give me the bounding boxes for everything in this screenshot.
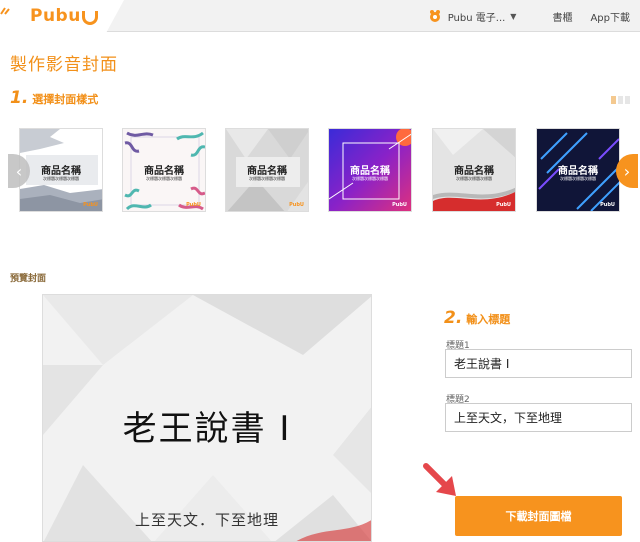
template-title: 商品名稱 — [454, 166, 494, 177]
step1-heading: 1. 選擇封面樣式 — [10, 88, 98, 108]
template-thumbnail-floral[interactable]: 商品名稱 次標題次標題次標題 PubU — [122, 128, 206, 212]
template-subtitle: 次標題次標題次標題 — [456, 176, 492, 181]
logo-spark-icon — [0, 7, 10, 15]
download-cover-button[interactable]: 下載封面圖檔 — [455, 496, 622, 536]
template-subtitle: 次標題次標題次標題 — [249, 176, 285, 181]
pubu-logo[interactable]: Pubu — [30, 5, 98, 27]
user-menu[interactable]: Pubu 電子... ▼ — [428, 9, 517, 24]
template-thumbnail-red-wave[interactable]: 商品名稱 次標題次標題次標題 PubU — [432, 128, 516, 212]
step1-number: 1. — [10, 88, 29, 108]
template-title: 商品名稱 — [350, 166, 390, 177]
template-subtitle: 次標題次標題次標題 — [146, 176, 182, 181]
step2-heading: 2. 輸入標題 — [444, 308, 510, 328]
arrow-pointer-icon — [423, 463, 456, 496]
template-logo: PubU — [289, 202, 304, 208]
nav-link-app-download[interactable]: App下載 — [590, 9, 630, 24]
page-title: 製作影音封面 — [10, 55, 118, 75]
template-logo: PubU — [392, 202, 407, 208]
template-thumbnail-gray-geometric[interactable]: 商品名稱 次標題次標題次標題 PubU — [225, 128, 309, 212]
preview-title: 老王說書 I — [122, 409, 292, 449]
template-subtitle: 次標題次標題次標題 — [352, 176, 388, 181]
chevron-right-icon: › — [623, 161, 631, 181]
carousel-dot[interactable] — [618, 96, 623, 104]
template-subtitle: 次標題次標題次標題 — [43, 176, 79, 181]
title2-input[interactable] — [445, 403, 632, 432]
carousel-page-indicator — [611, 96, 630, 104]
user-avatar-icon — [429, 10, 440, 22]
cover-preview: 老王說書 I 上至天文．下至地理 — [42, 294, 372, 542]
logo-text: Pubu — [30, 6, 81, 26]
user-menu-label: Pubu 電子... — [447, 12, 506, 24]
step2-number: 2. — [444, 308, 463, 328]
template-logo: PubU — [496, 202, 511, 208]
header-nav: Pubu 電子... ▼ 書櫃 App下載 — [428, 0, 630, 32]
template-logo: PubU — [600, 202, 615, 208]
nav-link-bookshelf[interactable]: 書櫃 — [552, 9, 572, 24]
carousel-dot[interactable] — [625, 96, 630, 104]
carousel-dot[interactable] — [611, 96, 616, 104]
template-title: 商品名稱 — [558, 166, 598, 177]
logo-area: Pubu — [0, 0, 124, 32]
template-subtitle: 次標題次標題次標題 — [560, 176, 596, 181]
template-thumbnail-purple-neon[interactable]: 商品名稱 次標題次標題次標題 PubU — [328, 128, 412, 212]
template-title: 商品名稱 — [144, 166, 184, 177]
template-carousel: 商品名稱 次標題次標題次標題 PubU 商品名稱 次標題次標題次標題 PubU … — [0, 128, 640, 214]
preview-subtitle: 上至天文．下至地理 — [134, 511, 279, 529]
chevron-down-icon: ▼ — [510, 11, 517, 21]
step1-label: 選擇封面樣式 — [32, 93, 99, 106]
template-logo: PubU — [186, 202, 201, 208]
title1-input[interactable] — [445, 349, 632, 378]
top-navigation-bar: Pubu Pubu 電子... ▼ 書櫃 App下載 — [0, 0, 640, 32]
logo-u-mark — [81, 11, 98, 25]
step2-label: 輸入標題 — [466, 313, 511, 326]
chevron-left-icon: ‹ — [15, 161, 23, 181]
template-logo: PubU — [83, 202, 98, 208]
template-title: 商品名稱 — [41, 166, 81, 177]
template-thumbnail-dark-streaks[interactable]: 商品名稱 次標題次標題次標題 PubU — [536, 128, 620, 212]
template-title: 商品名稱 — [247, 166, 287, 177]
preview-label: 預覽封面 — [10, 274, 47, 284]
template-thumbnail-grunge[interactable]: 商品名稱 次標題次標題次標題 PubU — [19, 128, 103, 212]
